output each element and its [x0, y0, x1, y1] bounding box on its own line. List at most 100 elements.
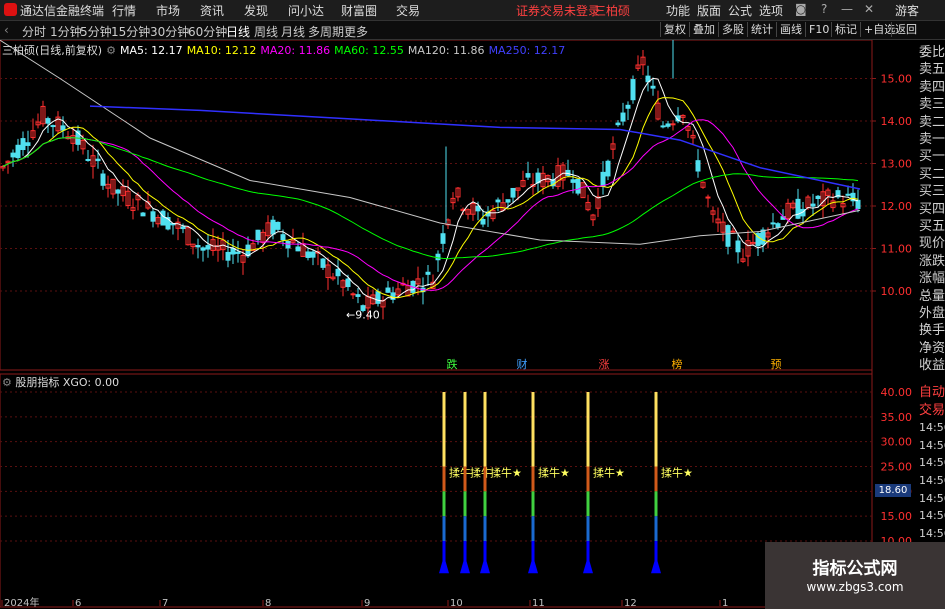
side-item-13[interactable]: 涨幅: [919, 270, 945, 288]
candle-body: [775, 223, 781, 228]
login-notice[interactable]: 证券交易未登录: [516, 2, 600, 19]
side-lower-item-2[interactable]: 14:56: [919, 419, 945, 437]
side-item-0[interactable]: 委比: [919, 44, 945, 62]
candle-body: [480, 218, 486, 225]
candle-body: [335, 268, 341, 277]
period-multi[interactable]: 多周期: [308, 23, 344, 40]
period-15min[interactable]: 15分钟: [111, 23, 150, 40]
menu-wenxiaoda[interactable]: 问小达: [288, 2, 324, 19]
btn-fuquan[interactable]: 复权: [660, 22, 689, 37]
side-item-14[interactable]: 总量: [919, 288, 945, 306]
ind-bar-segment: [531, 491, 535, 517]
side-lower-item-7[interactable]: 14:56: [919, 507, 945, 525]
menu-shichang[interactable]: 市场: [156, 2, 180, 19]
period-1min[interactable]: 1分钟: [50, 23, 82, 40]
btn-duogu[interactable]: 多股: [718, 22, 747, 37]
menu-banmian[interactable]: 版面: [697, 2, 721, 19]
kline-chart[interactable]: ←16.16←9.40跌财涨榜预 揉牛揉牛揉牛★揉牛★揉牛★揉牛★ 16.001…: [0, 40, 918, 609]
period-more[interactable]: 更多: [344, 23, 368, 40]
candle-body: [280, 234, 286, 241]
event-label: 跌: [447, 357, 458, 371]
scroll-left-icon[interactable]: ‹: [4, 23, 9, 37]
menu-hangqing[interactable]: 行情: [112, 2, 136, 19]
side-item-12[interactable]: 涨跌: [919, 253, 945, 271]
side-item-7[interactable]: 买二: [919, 166, 945, 184]
guest-label[interactable]: 游客: [895, 2, 919, 19]
candle-body: [310, 251, 316, 258]
chart-info-line: 三柏硕(日线,前复权) ⚙ MA5: 12.17 MA10: 12.12 MA20: 1…: [2, 42, 569, 58]
side-item-18[interactable]: 收益: [919, 357, 945, 375]
candle-body: [270, 219, 276, 235]
period-30min[interactable]: 30分钟: [150, 23, 189, 40]
menu-caifuquan[interactable]: 财富圈: [341, 2, 377, 19]
app-logo-icon: [4, 3, 17, 16]
period-5min[interactable]: 5分钟: [80, 23, 112, 40]
candle-body: [705, 196, 711, 199]
period-60min[interactable]: 60分钟: [188, 23, 227, 40]
side-item-3[interactable]: 卖三: [919, 96, 945, 114]
side-lower-item-1[interactable]: 交易: [919, 402, 945, 420]
cursor-value-box: 18.60: [875, 484, 911, 497]
side-item-4[interactable]: 卖二: [919, 114, 945, 132]
side-lower-item-3[interactable]: 14:56: [919, 437, 945, 455]
candle-body: [760, 229, 766, 245]
settings-gear-icon[interactable]: ⚙: [106, 44, 116, 57]
candle-body: [275, 221, 281, 230]
side-item-5[interactable]: 卖一: [919, 131, 945, 149]
btn-huaxian[interactable]: 画线: [776, 22, 805, 37]
candle-body: [620, 112, 626, 122]
side-item-10[interactable]: 买五: [919, 218, 945, 236]
indicator-gear-icon[interactable]: ⚙: [2, 376, 12, 389]
btn-fanhui[interactable]: 返回: [891, 22, 920, 37]
side-item-1[interactable]: 卖五: [919, 61, 945, 79]
menu-gongneng[interactable]: 功能: [666, 2, 690, 19]
menu-gongshi[interactable]: 公式: [728, 2, 752, 19]
close-icon[interactable]: ✕: [864, 2, 874, 16]
side-item-15[interactable]: 外盘: [919, 305, 945, 323]
period-monthly[interactable]: 月线: [281, 23, 305, 40]
side-item-9[interactable]: 买四: [919, 201, 945, 219]
side-item-11[interactable]: 现价: [919, 235, 945, 253]
user-icon[interactable]: ◙: [795, 2, 807, 16]
ma10-line: [2, 97, 859, 299]
side-lower-item-6[interactable]: 14:56: [919, 490, 945, 508]
side-item-17[interactable]: 净资: [919, 340, 945, 358]
btn-f10[interactable]: F10: [805, 22, 832, 37]
ind-bar-segment: [463, 466, 467, 492]
side-lower-item-4[interactable]: 14:56: [919, 454, 945, 472]
ind-bar-label: 揉牛★: [661, 465, 693, 479]
side-item-6[interactable]: 买一: [919, 148, 945, 166]
side-lower-item-5[interactable]: 14:56: [919, 472, 945, 490]
side-item-8[interactable]: 买三: [919, 183, 945, 201]
btn-tongji[interactable]: 统计: [747, 22, 776, 37]
date-label: 9: [364, 598, 370, 609]
ma120-line: [0, 40, 861, 245]
event-label: 财: [517, 357, 528, 371]
candle-body: [255, 229, 261, 241]
price-tick-label: 12.00: [881, 200, 913, 213]
period-fenshi[interactable]: 分时: [22, 23, 46, 40]
price-tick-label: 16.00: [881, 40, 913, 43]
btn-biaoji[interactable]: 标记: [831, 22, 860, 37]
help-icon[interactable]: ?: [821, 2, 827, 16]
ind-bar-base: [460, 555, 470, 574]
candle-body: [50, 125, 56, 128]
menu-jiaoyi[interactable]: 交易: [396, 2, 420, 19]
minimize-icon[interactable]: —: [841, 2, 853, 16]
candle-body: [730, 230, 736, 233]
menu-faxian[interactable]: 发现: [244, 2, 268, 19]
side-lower-item-8[interactable]: 14:56: [919, 525, 945, 543]
period-daily[interactable]: 日线: [226, 23, 250, 40]
side-lower-item-0[interactable]: 自动: [919, 384, 945, 402]
ind-tick-label: 30.00: [881, 436, 913, 449]
ind-bar-segment: [531, 392, 535, 467]
menu-zixun[interactable]: 资讯: [200, 2, 224, 19]
indicator-info-line: ⚙ 股朋指标 XGO: 0.00: [2, 374, 119, 390]
btn-diejia[interactable]: 叠加: [689, 22, 718, 37]
menu-xuanxiang[interactable]: 选项: [759, 2, 783, 19]
ind-bar-segment: [586, 466, 590, 492]
date-label: 2024年: [4, 596, 39, 609]
side-item-2[interactable]: 卖四: [919, 79, 945, 97]
period-weekly[interactable]: 周线: [254, 23, 278, 40]
side-item-16[interactable]: 换手: [919, 322, 945, 340]
